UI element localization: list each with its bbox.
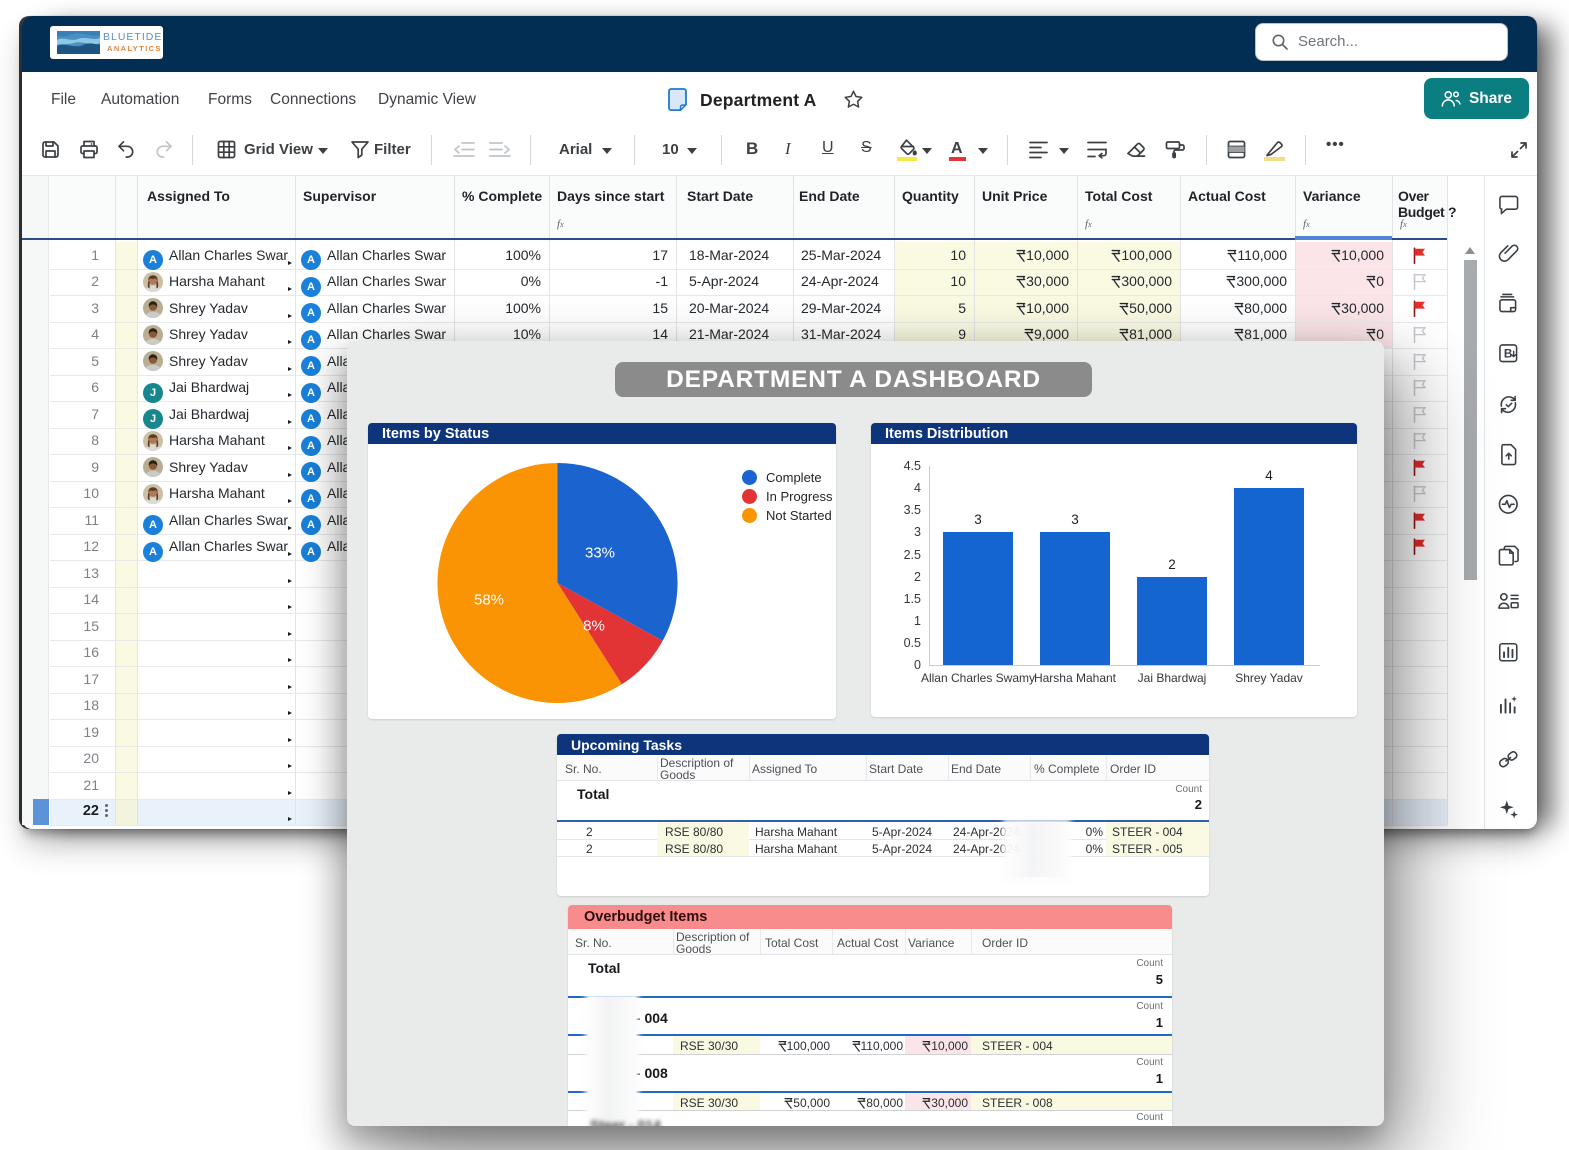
svg-text:BLUETIDE: BLUETIDE bbox=[103, 31, 162, 43]
svg-text:ANALYTICS: ANALYTICS bbox=[107, 44, 162, 53]
svg-text:B: B bbox=[1504, 348, 1512, 361]
